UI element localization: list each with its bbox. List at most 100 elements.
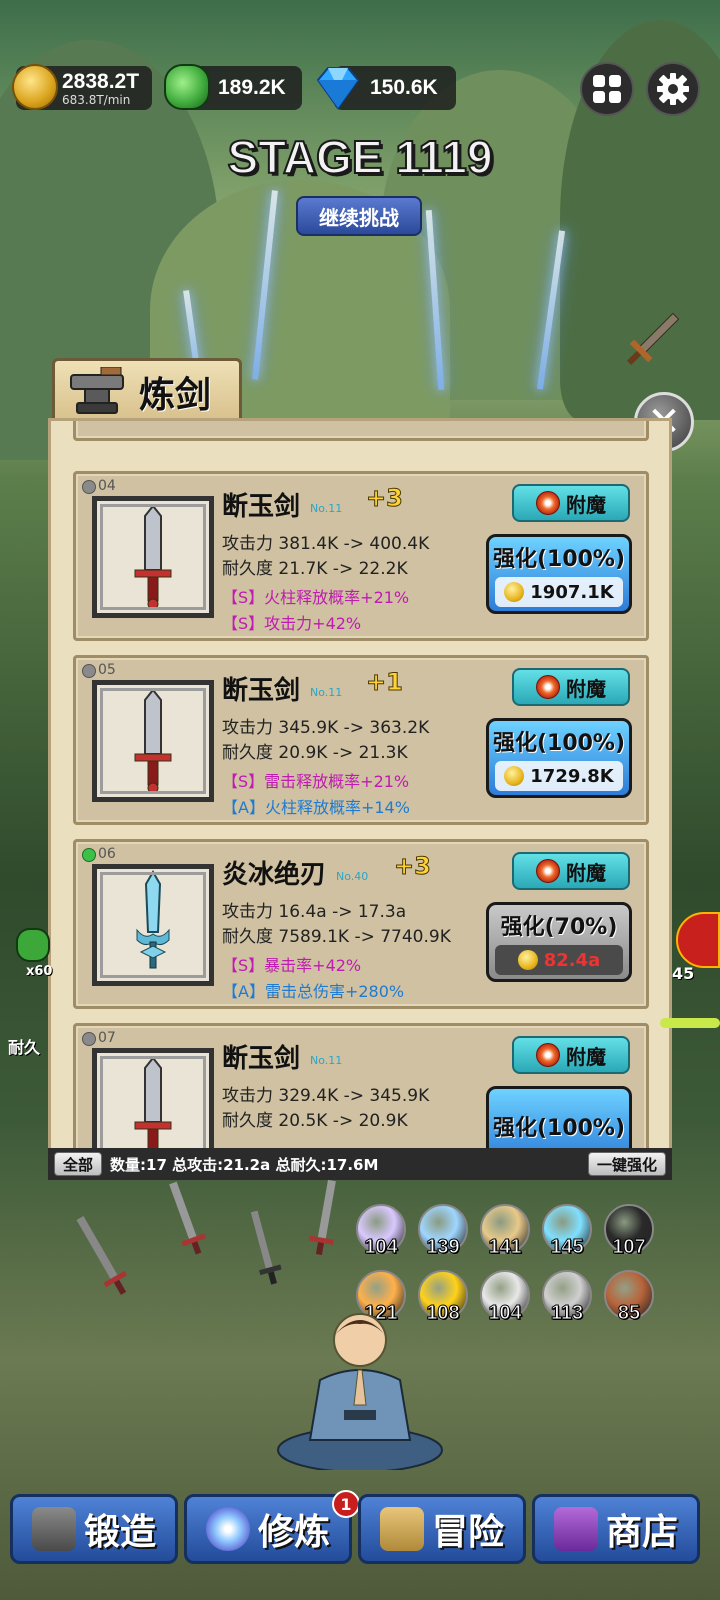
sword-list-panel[interactable]: 04 断玉剑 No.11 +3 攻击力 381.4K -> 400.4K 耐久度… [48,418,672,1158]
enchant-icon [536,491,560,515]
grid-icon [593,75,621,103]
sword-card[interactable]: 05 断玉剑 No.11 +1 攻击力 345.9K -> 363.2K 耐久度… [73,655,649,825]
attribute-1: 【S】火柱释放概率+21% [222,588,410,607]
gear-icon [657,73,689,105]
sword-image-frame [92,496,214,618]
sword-level: No.40 [336,870,369,883]
slot-number: 07 [98,1030,116,1046]
enchant-label: 附魔 [566,492,606,517]
attribute-1: 【S】雷击释放概率+21% [222,772,410,791]
jade-sword-icon [134,688,172,794]
right-count: 45 [672,964,695,983]
sword-card-partial [73,421,649,441]
left-count: x60 [26,964,53,979]
enchant-button[interactable]: 附魔 [512,668,630,706]
sword-name: 断玉剑 [222,492,301,522]
enchant-button[interactable]: 附魔 [512,484,630,522]
sword-image-frame [92,680,214,802]
upgrade-cost-value: 82.4a [543,949,601,971]
upgrade-cost: 1907.1K [495,577,623,607]
upgrade-button[interactable]: 强化(100%) 1907.1K [486,534,632,614]
slot-number: 06 [98,846,116,862]
material-count: 139 [426,1236,460,1259]
material-count: 145 [550,1236,584,1259]
spirit-orb-icon [205,1507,250,1551]
enchant-icon [536,859,560,883]
sword-card[interactable]: 07 断玉剑 No.11 攻击力 329.4K -> 345.9K 耐久度 20… [73,1023,649,1155]
sword-name: 断玉剑 [222,1044,301,1074]
menu-grid-button[interactable] [580,62,634,116]
nav-adventure-button[interactable]: 冒险 [358,1494,526,1564]
enchant-icon [536,1043,560,1067]
upgrade-label: 强化(70%) [500,915,618,940]
nav-cultivate-label: 修炼 [257,1512,330,1553]
gold-coin-icon [12,64,58,110]
coin-icon [517,950,538,970]
sword-level: No.11 [310,502,343,515]
upgrade-cost-value: 1729.8K [530,765,614,787]
sword-image-frame [92,864,214,986]
durability-bar [660,1018,720,1028]
sword-level: No.11 [310,1054,343,1067]
attack-stat: 攻击力 345.9K -> 363.2K [222,718,430,738]
sword-name: 炎冰绝刃 [222,860,327,890]
attribute-2: 【A】雷击总伤害+280% [222,982,405,1001]
enchant-icon [536,675,560,699]
sword-name: 断玉剑 [222,676,301,706]
lightning-bolt [425,210,445,390]
jade-skull-icon [16,928,50,962]
gold-rate: 683.8T/min [62,92,131,107]
durability-stat: 耐久度 20.5K -> 20.9K [222,1111,408,1131]
jade-sword-icon [134,1056,172,1154]
upgrade-cost-value: 1907.1K [530,581,614,603]
durability-stat: 耐久度 7589.1K -> 7740.9K [222,927,451,947]
attribute-2: 【A】火柱释放概率+14% [222,798,410,817]
nav-shop-button[interactable]: 商店 [532,1494,700,1564]
flying-sword-icon [626,312,680,366]
treasure-chest-icon [553,1507,598,1551]
stage-title: STAGE 1119 [226,130,493,184]
attack-stat: 攻击力 381.4K -> 400.4K [222,534,430,554]
enchant-button[interactable]: 附魔 [512,852,630,890]
panel-title: 炼剑 [139,374,212,416]
sword-card[interactable]: 04 断玉剑 No.11 +3 攻击力 381.4K -> 400.4K 耐久度… [73,471,649,641]
slot-number: 04 [98,478,116,494]
next-stage-arrow[interactable] [676,912,720,968]
nav-cultivate-button[interactable]: 修炼 [184,1494,352,1564]
coin-icon [504,766,525,786]
diamond-icon [316,67,360,110]
jade-amount: 189.2K [218,76,286,99]
upgrade-button[interactable]: 强化(100%) 1729.8K [486,718,632,798]
enchant-label: 附魔 [566,860,606,885]
material-count: 113 [550,1302,584,1325]
forge-panel-tab: 炼剑 [52,358,242,422]
durability-stat: 耐久度 21.7K -> 22.2K [222,559,408,579]
anvil-icon [70,366,124,414]
material-count: 85 [617,1302,641,1325]
upgrade-all-button[interactable]: 一键强化 [587,1152,666,1176]
durability-side-label: 耐久 [8,1038,41,1057]
lightning-bolt [252,190,278,380]
upgrade-button-insufficient[interactable]: 强化(70%) 82.4a [486,902,632,982]
nav-forge-button[interactable]: 锻造 [10,1494,178,1564]
continue-challenge-button[interactable]: 继续挑战 [296,196,422,236]
material-count: 104 [488,1302,522,1325]
meditating-monk [277,1313,443,1470]
jade-skull-icon [164,64,210,110]
enchant-label: 附魔 [566,676,606,701]
upgrade-label: 强化(100%) [492,731,626,756]
jade-sword-icon [134,504,172,610]
gold-amount: 2838.2T [62,69,140,93]
slot-number: 05 [98,662,116,678]
upgrade-cost: 1729.8K [495,761,623,791]
slot-status-dot [82,480,96,494]
settings-button[interactable] [646,62,700,116]
attribute-1: 【S】暴击率+42% [222,956,362,975]
enchant-button[interactable]: 附魔 [512,1036,630,1074]
material-count: 107 [612,1236,646,1259]
sword-card[interactable]: 06 炎冰绝刃 No.40 +3 攻击力 16.4a -> 17.3a 耐久度 … [73,839,649,1009]
nav-forge-label: 锻造 [83,1512,156,1553]
enchant-label: 附魔 [566,1044,606,1069]
material-count: 141 [488,1236,522,1259]
attack-stat: 攻击力 329.4K -> 345.9K [222,1086,430,1106]
